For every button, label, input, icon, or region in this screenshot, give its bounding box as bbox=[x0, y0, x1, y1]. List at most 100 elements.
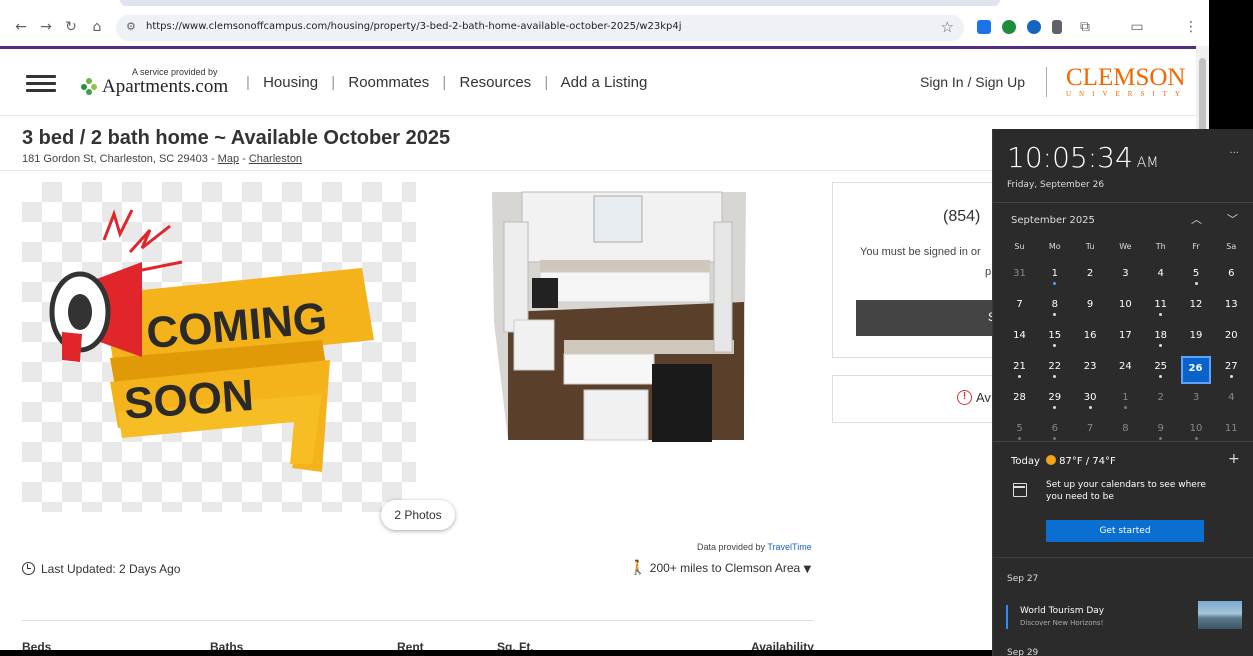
city-link[interactable]: Charleston bbox=[249, 153, 302, 165]
calendar-day[interactable]: 2 bbox=[1143, 386, 1178, 417]
calendar-day[interactable]: 12 bbox=[1179, 293, 1214, 324]
calendar-day[interactable]: 4 bbox=[1214, 386, 1249, 417]
home-icon[interactable]: ⌂ bbox=[88, 18, 106, 36]
calendar-day[interactable]: 27 bbox=[1214, 355, 1249, 386]
calendar-day[interactable]: 8 bbox=[1037, 293, 1072, 324]
nav-roommates[interactable]: Roommates bbox=[348, 74, 429, 91]
calendar-day[interactable]: 2 bbox=[1073, 262, 1108, 293]
calendar-day[interactable]: 3 bbox=[1179, 386, 1214, 417]
day-number: 3 bbox=[1122, 268, 1129, 279]
calendar-day[interactable]: 4 bbox=[1143, 262, 1178, 293]
get-started-button[interactable]: Get started bbox=[1046, 520, 1204, 542]
url-text[interactable]: https://www.clemsonoffcampus.com/housing… bbox=[146, 21, 682, 32]
table-top-border bbox=[22, 620, 814, 621]
nav-add-listing[interactable]: Add a Listing bbox=[561, 74, 648, 91]
bookmark-star-icon[interactable]: ☆ bbox=[941, 18, 954, 36]
calendar-day[interactable]: 31 bbox=[1002, 262, 1037, 293]
calendar-day[interactable]: 11 bbox=[1214, 417, 1249, 448]
calendar-day[interactable]: 28 bbox=[1002, 386, 1037, 417]
calendar-day[interactable]: 6 bbox=[1037, 417, 1072, 448]
photos-button[interactable]: 2 Photos bbox=[381, 500, 455, 530]
calendar-day[interactable]: 9 bbox=[1073, 293, 1108, 324]
calendar-day[interactable]: 7 bbox=[1002, 293, 1037, 324]
traveltime-link[interactable]: TravelTime bbox=[767, 542, 811, 552]
chevron-down-icon[interactable]: ﹀ bbox=[1227, 211, 1238, 227]
calendar-flyout: 10:05:34 AM ... Friday, September 26 Sept… bbox=[992, 129, 1253, 656]
calendar-day[interactable]: 13 bbox=[1214, 293, 1249, 324]
sign-in-link[interactable]: Sign In / Sign Up bbox=[920, 74, 1025, 90]
table-header-rent: Rent bbox=[397, 640, 424, 650]
agenda-date: Sep 27 bbox=[1007, 574, 1039, 584]
clock-date[interactable]: Friday, September 26 bbox=[1007, 180, 1104, 190]
calendar-day[interactable]: 21 bbox=[1002, 355, 1037, 386]
calendar-day[interactable]: 29 bbox=[1037, 386, 1072, 417]
day-number: 30 bbox=[1083, 392, 1097, 403]
calendar-day[interactable]: 16 bbox=[1073, 324, 1108, 355]
phone-number[interactable]: (854) bbox=[943, 208, 980, 226]
extension-mail-icon[interactable] bbox=[977, 20, 991, 34]
commute-dropdown[interactable]: 🚶 200+ miles to Clemson Area ▼ bbox=[629, 560, 811, 576]
site-info-icon[interactable]: ⚙ bbox=[126, 20, 136, 33]
back-icon[interactable]: ← bbox=[12, 18, 30, 36]
calendar-day[interactable]: 10 bbox=[1179, 417, 1214, 448]
nav-housing[interactable]: Housing bbox=[263, 74, 318, 91]
calendar-day[interactable]: 24 bbox=[1108, 355, 1143, 386]
chevron-up-icon[interactable]: ︿ bbox=[1191, 211, 1202, 227]
calendar-icon bbox=[1013, 483, 1027, 497]
calendar-day-today[interactable]: 26 bbox=[1180, 356, 1211, 384]
calendar-day[interactable]: 7 bbox=[1073, 417, 1108, 448]
calendar-day[interactable]: 20 bbox=[1214, 324, 1249, 355]
calendar-day[interactable]: 6 bbox=[1214, 262, 1249, 293]
calendar-month[interactable]: September 2025 bbox=[1011, 215, 1095, 226]
calendar-day[interactable]: 8 bbox=[1108, 417, 1143, 448]
agenda-event[interactable]: World Tourism Day Discover New Horizons! bbox=[1006, 601, 1242, 631]
extensions-icon[interactable]: ⧉ bbox=[1076, 18, 1094, 36]
extension-circle-icon[interactable] bbox=[1027, 20, 1041, 34]
weekday-label: Mo bbox=[1048, 242, 1061, 251]
calendar-day[interactable]: 30 bbox=[1073, 386, 1108, 417]
coming-soon-photo[interactable]: COMING SOON bbox=[22, 182, 416, 512]
weather-text: 87°F / 74°F bbox=[1059, 456, 1116, 467]
add-event-icon[interactable]: + bbox=[1228, 451, 1240, 467]
address-separator: - bbox=[239, 153, 249, 165]
calendar-day[interactable]: 22 bbox=[1037, 355, 1072, 386]
day-number: 15 bbox=[1048, 330, 1062, 341]
day-number: 1 bbox=[1122, 392, 1129, 403]
day-number: 6 bbox=[1051, 423, 1058, 434]
active-tab[interactable] bbox=[120, 0, 1000, 6]
calendar-day[interactable]: 18 bbox=[1143, 324, 1178, 355]
calendar-day[interactable]: 11 bbox=[1143, 293, 1178, 324]
day-number: 28 bbox=[1013, 392, 1026, 403]
calendar-day[interactable]: 9 bbox=[1143, 417, 1178, 448]
extension-doc-icon[interactable] bbox=[1052, 20, 1062, 34]
kitchen-render-photo[interactable] bbox=[444, 182, 792, 444]
forward-icon[interactable]: → bbox=[37, 18, 55, 36]
calendar-day[interactable]: 3 bbox=[1108, 262, 1143, 293]
calendar-day[interactable]: 17 bbox=[1108, 324, 1143, 355]
calendar-day[interactable]: 14 bbox=[1002, 324, 1037, 355]
calendar-day[interactable]: 23 bbox=[1073, 355, 1108, 386]
reload-icon[interactable]: ↻ bbox=[62, 18, 80, 36]
calendar-day[interactable]: 1 bbox=[1037, 262, 1072, 293]
clemson-logo[interactable]: CLEMSON UNIVERSITY bbox=[1066, 65, 1186, 98]
calendar-day[interactable]: 25 bbox=[1143, 355, 1178, 386]
calendar-day[interactable]: 10 bbox=[1108, 293, 1143, 324]
calendar-day[interactable]: 15 bbox=[1037, 324, 1072, 355]
weekday-label: Th bbox=[1155, 242, 1166, 251]
more-options-icon[interactable]: ... bbox=[1229, 145, 1239, 156]
menu-kebab-icon[interactable]: ⋮ bbox=[1182, 18, 1200, 36]
calendar-day[interactable]: 19 bbox=[1179, 324, 1214, 355]
address-bar[interactable]: ⚙ https://www.clemsonoffcampus.com/housi… bbox=[116, 15, 964, 41]
calendar-day[interactable]: 5 bbox=[1002, 417, 1037, 448]
map-link[interactable]: Map bbox=[218, 153, 239, 165]
extension-grammar-icon[interactable] bbox=[1002, 20, 1016, 34]
availability-box[interactable]: ! Av bbox=[832, 375, 1002, 423]
browser-toolbar: ← → ↻ ⌂ ⚙ https://www.clemsonoffcampus.c… bbox=[0, 0, 1209, 46]
tab-search-icon[interactable]: ▭ bbox=[1128, 18, 1146, 36]
nav-resources[interactable]: Resources bbox=[459, 74, 531, 91]
header-divider-line bbox=[0, 115, 1196, 116]
hamburger-menu-icon[interactable] bbox=[26, 75, 56, 93]
event-title: World Tourism Day bbox=[1020, 606, 1105, 616]
calendar-day[interactable]: 1 bbox=[1108, 386, 1143, 417]
calendar-day[interactable]: 5 bbox=[1179, 262, 1214, 293]
